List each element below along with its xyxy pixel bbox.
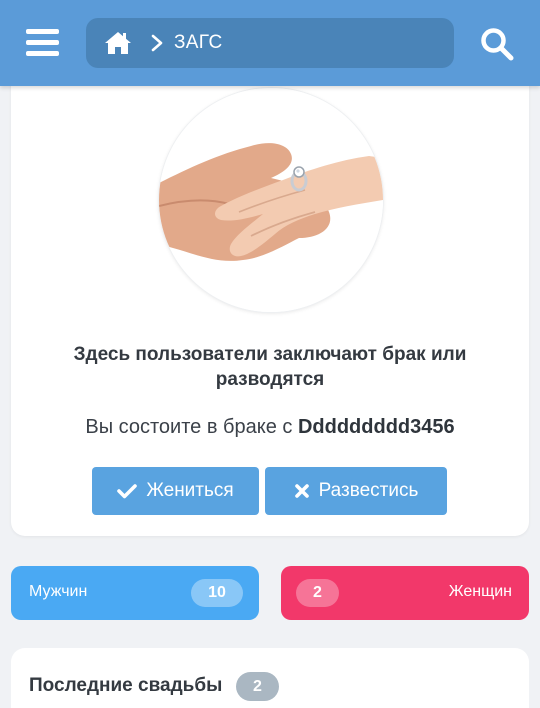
women-count-card[interactable]: 2 Женщин (281, 566, 529, 620)
page-title: Здесь пользователи заключают брак или ра… (73, 344, 467, 390)
partner-name[interactable]: Ddddddddd3456 (298, 416, 455, 438)
breadcrumb-current: ЗАГС (174, 32, 223, 53)
men-label: Мужчин (29, 583, 88, 600)
marriage-status: Вы состоите в браке с Ddddddddd3456 (41, 416, 499, 439)
hamburger-menu-icon[interactable] (26, 28, 60, 56)
check-icon (117, 484, 138, 499)
men-count-badge: 10 (191, 579, 243, 607)
recent-weddings-card: Последние свадьбы 2 (11, 648, 529, 708)
marry-button-label: Жениться (146, 480, 234, 501)
men-count-card[interactable]: Мужчин 10 (11, 566, 259, 620)
recent-weddings-title: Последние свадьбы (29, 675, 223, 696)
chevron-right-icon (151, 34, 163, 52)
home-icon[interactable] (104, 30, 132, 56)
recent-weddings-count-badge: 2 (236, 672, 279, 701)
marriage-status-prefix: Вы состоите в браке с (85, 416, 293, 438)
marry-button[interactable]: Жениться (92, 467, 259, 515)
app-header: ЗАГС (0, 0, 540, 86)
women-count-badge: 2 (296, 579, 339, 607)
divorce-button-label: Развестись (318, 480, 419, 501)
breadcrumb: ЗАГС (86, 18, 454, 68)
search-icon[interactable] (480, 27, 514, 61)
women-label: Женщин (448, 583, 512, 600)
close-icon (294, 484, 309, 498)
hands-with-ring-photo (159, 88, 383, 312)
registry-office-card: Здесь пользователи заключают брак или ра… (11, 80, 529, 536)
divorce-button[interactable]: Развестись (265, 467, 447, 515)
